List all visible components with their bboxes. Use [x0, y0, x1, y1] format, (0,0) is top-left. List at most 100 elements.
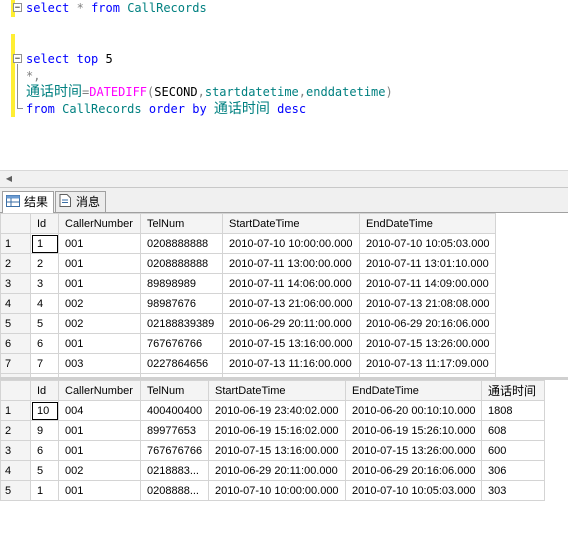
- table-cell[interactable]: 2010-06-19 15:26:10.000: [345, 420, 482, 441]
- table-cell[interactable]: 2010-07-10 10:00:00.000: [208, 480, 346, 501]
- table-cell[interactable]: 2010-07-11 14:09:00.000: [359, 273, 496, 294]
- table-cell[interactable]: 001: [58, 333, 141, 354]
- table-row[interactable]: 1 10 004 400400400 2010-06-19 23:40:02.000 20…: [0, 400, 545, 421]
- table-cell[interactable]: 2010-07-15 13:16:00.000: [222, 333, 360, 354]
- table-row[interactable]: 4 4 002 98987676 2010-07-13 21:06:00.000 2010…: [0, 293, 496, 314]
- table-cell[interactable]: 5: [30, 460, 59, 481]
- table-cell[interactable]: 2010-07-15 13:26:00.000: [345, 440, 482, 461]
- table-cell[interactable]: 2010-06-29 20:11:00.000: [208, 460, 346, 481]
- table-cell[interactable]: 2010-07-11 13:00:00.000: [222, 253, 360, 274]
- table-row[interactable]: 2 2 001 0208888888 2010-07-11 13:00:00.000 20…: [0, 253, 496, 274]
- row-number[interactable]: 4: [0, 460, 31, 481]
- table-cell[interactable]: 3: [30, 273, 59, 294]
- row-number-header[interactable]: [0, 380, 31, 401]
- table-row[interactable]: 3 6 001 767676766 2010-07-15 13:16:00.000 201…: [0, 440, 545, 461]
- row-number-header[interactable]: [0, 213, 31, 234]
- table-cell[interactable]: 89898989: [140, 273, 223, 294]
- column-header[interactable]: CallerNumber: [58, 380, 141, 401]
- scroll-left-icon[interactable]: ◀: [2, 173, 16, 185]
- table-row[interactable]: 1 1 001 0208888888 2010-07-10 10:00:00.000 20…: [0, 233, 496, 254]
- table-row[interactable]: 7 7 003 0227864656 2010-07-13 11:16:00.000 20…: [0, 353, 496, 374]
- table-cell[interactable]: 2010-07-13 11:17:09.000: [359, 353, 496, 374]
- table-cell[interactable]: 306: [481, 460, 545, 481]
- table-cell[interactable]: 608: [481, 420, 545, 441]
- table-cell[interactable]: 2010-06-19 23:40:02.000: [208, 400, 346, 421]
- table-cell[interactable]: 2010-06-20 00:10:10.000: [345, 400, 482, 421]
- table-row[interactable]: 3 3 001 89898989 2010-07-11 14:06:00.000 2010…: [0, 273, 496, 294]
- column-header[interactable]: TelNum: [140, 380, 209, 401]
- tab-results[interactable]: 结果: [2, 191, 55, 213]
- row-number[interactable]: 6: [0, 333, 31, 354]
- table-cell[interactable]: 89977653: [140, 420, 209, 441]
- table-cell[interactable]: 002: [58, 460, 141, 481]
- table-cell[interactable]: 001: [58, 480, 141, 501]
- table-cell[interactable]: 10: [30, 400, 59, 421]
- sql-editor[interactable]: − − select * from CallRecords select top…: [0, 0, 568, 170]
- column-header[interactable]: Id: [30, 213, 59, 234]
- row-number[interactable]: 4: [0, 293, 31, 314]
- row-number[interactable]: 5: [0, 480, 31, 501]
- table-cell[interactable]: 0208888888: [140, 253, 223, 274]
- table-cell[interactable]: 2010-07-11 14:06:00.000: [222, 273, 360, 294]
- row-number[interactable]: 2: [0, 253, 31, 274]
- table-cell[interactable]: 0227864656: [140, 353, 223, 374]
- row-number[interactable]: 3: [0, 273, 31, 294]
- column-header[interactable]: EndDateTime: [345, 380, 482, 401]
- row-number[interactable]: 1: [0, 400, 31, 421]
- table-cell[interactable]: 2010-06-29 20:16:06.000: [345, 460, 482, 481]
- table-cell[interactable]: 7: [30, 353, 59, 374]
- table-cell[interactable]: 6: [30, 333, 59, 354]
- row-number[interactable]: 5: [0, 313, 31, 334]
- tab-messages[interactable]: 消息: [55, 191, 107, 212]
- row-number[interactable]: 3: [0, 440, 31, 461]
- result-grid-2[interactable]: Id CallerNumber TelNum StartDateTime End…: [0, 380, 568, 536]
- table-cell[interactable]: 4: [30, 293, 59, 314]
- table-cell[interactable]: 2010-06-19 15:16:02.000: [208, 420, 346, 441]
- table-cell[interactable]: 2010-07-11 13:01:10.000: [359, 253, 496, 274]
- horizontal-scrollbar[interactable]: ◀: [0, 170, 568, 187]
- table-cell[interactable]: 0208888...: [140, 480, 209, 501]
- column-header[interactable]: StartDateTime: [222, 213, 360, 234]
- table-cell[interactable]: 767676766: [140, 333, 223, 354]
- table-cell[interactable]: 400400400: [140, 400, 209, 421]
- row-number[interactable]: 1: [0, 233, 31, 254]
- table-row[interactable]: 5 5 002 02188839389 2010-06-29 20:11:00.000 2…: [0, 313, 496, 334]
- table-cell[interactable]: 1: [30, 480, 59, 501]
- table-cell[interactable]: 001: [58, 233, 141, 254]
- column-header[interactable]: TelNum: [140, 213, 223, 234]
- table-row[interactable]: 2 9 001 89977653 2010-06-19 15:16:02.000 2010…: [0, 420, 545, 441]
- collapse-toggle[interactable]: −: [13, 54, 22, 64]
- table-cell[interactable]: 2010-06-29 20:16:06.000: [359, 313, 496, 334]
- table-cell[interactable]: 2010-06-29 20:11:00.000: [222, 313, 360, 334]
- table-cell[interactable]: 1: [30, 233, 59, 254]
- table-cell[interactable]: 6: [30, 440, 59, 461]
- table-row[interactable]: 5 1 001 0208888... 2010-07-10 10:00:00.000 20…: [0, 480, 545, 501]
- table-cell[interactable]: 001: [58, 253, 141, 274]
- table-cell[interactable]: 2010-07-10 10:05:03.000: [359, 233, 496, 254]
- table-cell[interactable]: 98987676: [140, 293, 223, 314]
- table-cell[interactable]: 001: [58, 420, 141, 441]
- table-cell[interactable]: 2010-07-13 21:08:08.000: [359, 293, 496, 314]
- column-header[interactable]: EndDateTime: [359, 213, 496, 234]
- table-cell[interactable]: 02188839389: [140, 313, 223, 334]
- table-cell[interactable]: 002: [58, 313, 141, 334]
- table-cell[interactable]: 003: [58, 353, 141, 374]
- table-cell[interactable]: 0218883...: [140, 460, 209, 481]
- collapse-toggle[interactable]: −: [13, 3, 22, 13]
- table-cell[interactable]: 2010-07-13 11:16:00.000: [222, 353, 360, 374]
- result-grid-1[interactable]: Id CallerNumber TelNum StartDateTime End…: [0, 213, 568, 377]
- table-cell[interactable]: 001: [58, 440, 141, 461]
- row-number[interactable]: 7: [0, 353, 31, 374]
- column-header[interactable]: Id: [30, 380, 59, 401]
- table-cell[interactable]: 2: [30, 253, 59, 274]
- table-row[interactable]: 4 5 002 0218883... 2010-06-29 20:11:00.000 20…: [0, 460, 545, 481]
- table-cell[interactable]: 2010-07-10 10:05:03.000: [345, 480, 482, 501]
- table-cell[interactable]: 303: [481, 480, 545, 501]
- table-cell[interactable]: 001: [58, 273, 141, 294]
- table-cell[interactable]: 9: [30, 420, 59, 441]
- table-row[interactable]: 6 6 001 767676766 2010-07-15 13:16:00.000 201…: [0, 333, 496, 354]
- table-cell[interactable]: 767676766: [140, 440, 209, 461]
- table-cell[interactable]: 0208888888: [140, 233, 223, 254]
- row-number[interactable]: 2: [0, 420, 31, 441]
- table-cell[interactable]: 004: [58, 400, 141, 421]
